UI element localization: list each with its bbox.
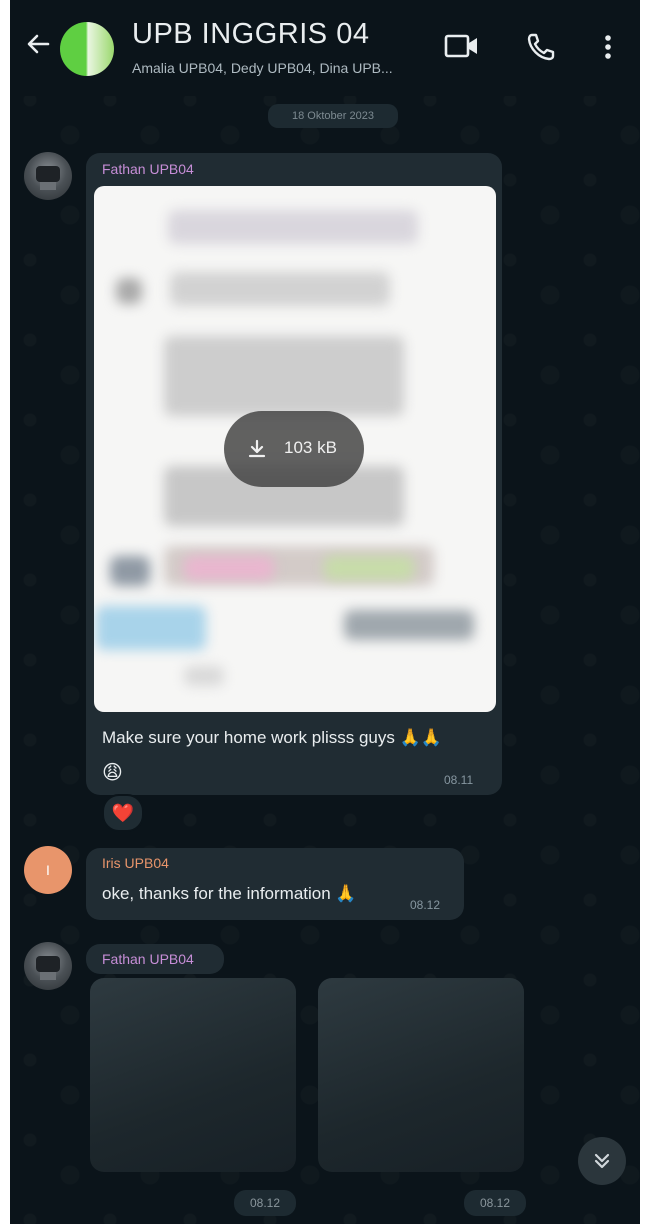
sender-name[interactable]: Fathan UPB04 [102, 951, 194, 967]
message-reaction[interactable]: ❤️ [102, 794, 144, 832]
more-options-icon[interactable] [602, 30, 614, 64]
back-arrow-icon[interactable] [24, 30, 52, 58]
chat-title[interactable]: UPB INGGRIS 04 [132, 18, 369, 51]
sender-avatar[interactable] [24, 942, 72, 990]
message-text: oke, thanks for the information 🙏 [102, 884, 357, 903]
group-avatar[interactable] [60, 22, 114, 76]
video-call-icon[interactable] [442, 30, 482, 62]
sender-avatar[interactable] [24, 152, 72, 200]
message-time: 08.11 [444, 773, 474, 787]
chat-header: UPB INGGRIS 04 Amalia UPB04, Dedy UPB04,… [10, 0, 640, 96]
attachment-size: 103 kB [284, 438, 337, 457]
download-icon [248, 439, 266, 458]
scroll-to-bottom-button[interactable] [578, 1137, 626, 1185]
media-thumbnail[interactable] [90, 978, 296, 1172]
sender-name[interactable]: Iris UPB04 [102, 855, 169, 871]
voice-call-icon[interactable] [524, 30, 558, 64]
message-time: 08.12 [410, 898, 441, 912]
chat-members[interactable]: Amalia UPB04, Dedy UPB04, Dina UPB... [132, 60, 422, 76]
scroll-down-icon [594, 1153, 610, 1169]
message-emoji: 😩 [102, 762, 123, 784]
message-text: Make sure your home work plisss guys 🙏🙏 [102, 728, 442, 747]
media-time: 08.12 [234, 1190, 296, 1216]
chat-screen: UPB INGGRIS 04 Amalia UPB04, Dedy UPB04,… [10, 0, 640, 1224]
download-button[interactable]: 103 kB [224, 411, 364, 487]
sender-avatar[interactable]: I [24, 846, 72, 894]
media-time: 08.12 [464, 1190, 526, 1216]
sender-name[interactable]: Fathan UPB04 [102, 161, 194, 177]
date-separator: 18 Oktober 2023 [268, 104, 398, 128]
media-thumbnail[interactable] [318, 978, 524, 1172]
